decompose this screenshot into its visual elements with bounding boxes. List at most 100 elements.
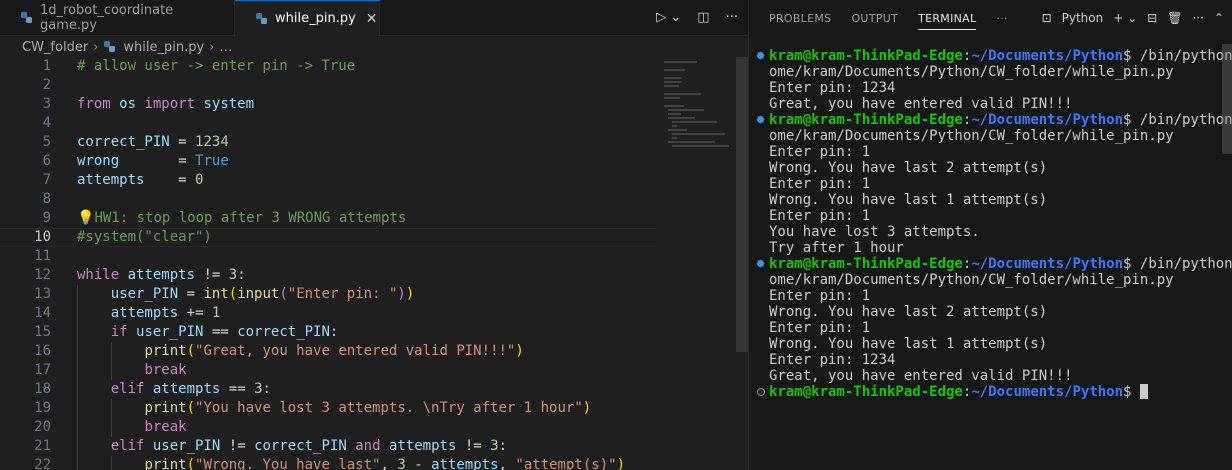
code-line[interactable]: 21 elif user_PIN != correct_PIN and atte… — [0, 437, 656, 456]
code-text: print("Wrong. You have last", 3 - attemp… — [144, 457, 625, 470]
line-number: 16 — [34, 343, 51, 359]
code-text: print("You have lost 3 attempts. \nTry a… — [144, 400, 592, 416]
code-line[interactable]: 3 from os import system — [0, 95, 656, 114]
code-line[interactable]: 4 — [0, 114, 656, 133]
code-line[interactable]: 19 print("You have lost 3 attempts. \nTr… — [0, 399, 656, 418]
output-text: Enter pin: 1 — [769, 320, 871, 336]
code-line[interactable]: 14 attempts += 1 — [0, 304, 656, 323]
terminal-output-line: Enter pin: 1 — [757, 288, 1232, 304]
minimap-line — [668, 129, 687, 131]
command-decoration-icon[interactable] — [757, 52, 764, 59]
output-text: Enter pin: 1 — [769, 208, 871, 224]
terminal-output-line: Wrong. You have last 1 attempt(s) — [757, 192, 1232, 208]
breadcrumb-file[interactable]: while_pin.py — [123, 40, 204, 55]
prompt-user: kram@kram-ThinkPad-Edge — [769, 48, 963, 64]
scrollbar-thumb[interactable] — [736, 57, 748, 352]
code-line[interactable]: 9 💡HW1: stop loop after 3 WRONG attempts — [0, 209, 656, 228]
editor-actions: ▷ ⌄ ◫ ··· — [656, 0, 738, 35]
minimap-line — [664, 81, 682, 83]
terminal-output-line: ome/kram/Documents/Python/CW_folder/whil… — [757, 128, 1232, 144]
split-editor-icon[interactable]: ◫ — [697, 10, 709, 25]
code-text: 💡HW1: stop loop after 3 WRONG attempts — [77, 210, 407, 226]
code-line[interactable]: 17 break — [0, 361, 656, 380]
command-decoration-icon[interactable] — [757, 388, 765, 396]
code-text: while attempts != 3: — [77, 267, 246, 283]
tab-problems[interactable]: PROBLEMS — [769, 0, 831, 36]
code-line[interactable]: 8 — [0, 190, 656, 209]
breadcrumb-folder[interactable]: CW_folder — [22, 40, 88, 55]
code-text: correct_PIN = 1234 — [77, 134, 229, 150]
code-text: break — [144, 362, 187, 378]
chevron-right-icon: › — [93, 39, 99, 55]
minimap-line — [672, 145, 729, 147]
code-line[interactable]: 5 correct_PIN = 1234 — [0, 133, 656, 152]
line-number: 20 — [34, 419, 51, 435]
editor-tab-bar: 1d_robot_coordinate game.py while_pin.py… — [0, 0, 748, 36]
lightbulb-icon[interactable]: 💡 — [77, 210, 94, 226]
output-text: Wrong. You have last 1 attempt(s) — [769, 192, 1048, 208]
tab-1d-robot-coordinate-game[interactable]: 1d_robot_coordinate game.py — [0, 0, 235, 35]
terminal-shell-icon[interactable]: ⊡ — [1042, 11, 1052, 25]
code-editor[interactable]: 1 # allow user -> enter pin -> True 2 3 from… — [0, 57, 656, 470]
code-line[interactable]: 10 #system("clear") — [0, 228, 656, 247]
terminal-prompt-line: kram@kram-ThinkPad-Edge:~/Documents/Pyth… — [757, 112, 1232, 128]
code-line[interactable]: 6 wrong = True — [0, 152, 656, 171]
terminal-prompt-line: kram@kram-ThinkPad-Edge:~/Documents/Pyth… — [757, 256, 1232, 272]
code-line[interactable]: 2 — [0, 76, 656, 95]
line-number: 11 — [34, 248, 51, 264]
minimap-line — [672, 133, 725, 135]
more-actions-icon[interactable]: ··· — [726, 10, 738, 25]
code-line[interactable]: 11 — [0, 247, 656, 266]
split-terminal-icon[interactable]: ⊟ — [1147, 11, 1157, 25]
line-number: 19 — [34, 400, 51, 416]
run-icon[interactable]: ▷ ⌄ — [656, 10, 681, 25]
tab-label: while_pin.py — [275, 11, 356, 26]
output-text: Wrong. You have last 2 attempt(s) — [769, 160, 1048, 176]
close-icon[interactable]: ✕ — [366, 11, 378, 27]
minimap-line — [672, 125, 677, 127]
command-decoration-icon[interactable] — [757, 260, 764, 267]
code-line[interactable]: 20 break — [0, 418, 656, 437]
python-file-icon — [256, 12, 267, 24]
line-number: 6 — [42, 153, 51, 169]
breadcrumb-more[interactable]: … — [219, 40, 232, 55]
output-text: You have lost 3 attempts. — [769, 224, 980, 240]
line-number: 15 — [34, 324, 51, 340]
code-line[interactable]: 15 if user_PIN == correct_PIN: — [0, 323, 656, 342]
terminal-output-line: Wrong. You have last 2 attempt(s) — [757, 160, 1232, 176]
code-text: if user_PIN == correct_PIN: — [110, 324, 339, 340]
code-line[interactable]: 18 elif attempts == 3: — [0, 380, 656, 399]
code-line[interactable]: 1 # allow user -> enter pin -> True — [0, 57, 656, 76]
code-line[interactable]: 16 print("Great, you have entered valid … — [0, 342, 656, 361]
command-decoration-icon[interactable] — [757, 116, 764, 123]
minimap[interactable] — [656, 57, 736, 177]
output-text: Enter pin: 1234 — [769, 80, 896, 96]
code-line[interactable]: 22 print("Wrong. You have last", 3 - att… — [0, 456, 656, 470]
minimap-line — [664, 97, 680, 99]
new-terminal-icon[interactable]: + ⌄ — [1113, 11, 1137, 25]
line-number: 13 — [34, 286, 51, 302]
chevron-up-icon[interactable]: ⌃ — [1214, 11, 1224, 25]
minimap-line — [668, 117, 695, 119]
minimap-line — [664, 85, 679, 87]
code-line[interactable]: 13 user_PIN = int(input("Enter pin: ")) — [0, 285, 656, 304]
terminal-scrollbar-thumb[interactable] — [1222, 44, 1232, 154]
more-tabs-icon[interactable]: ··· — [996, 0, 1007, 36]
tab-terminal[interactable]: TERMINAL — [918, 0, 977, 36]
editor-scrollbar[interactable] — [736, 57, 748, 470]
output-text: Great, you have entered valid PIN!!! — [769, 96, 1073, 112]
terminal-output[interactable]: kram@kram-ThinkPad-Edge:~/Documents/Pyth… — [757, 48, 1232, 400]
tab-output[interactable]: OUTPUT — [851, 0, 898, 36]
shell-label[interactable]: Python — [1062, 11, 1104, 25]
terminal-output-line: Enter pin: 1 — [757, 176, 1232, 192]
terminal-output-line: You have lost 3 attempts. — [757, 224, 1232, 240]
line-number: 12 — [34, 267, 51, 283]
line-number: 3 — [42, 96, 51, 112]
code-line[interactable]: 7 attempts = 0 — [0, 171, 656, 190]
trash-icon[interactable]: 🗑 — [1167, 11, 1182, 25]
tab-while-pin[interactable]: while_pin.py ✕ — [235, 0, 380, 36]
code-line[interactable]: 12 while attempts != 3: — [0, 266, 656, 285]
line-number: 2 — [42, 77, 51, 93]
more-actions-icon[interactable]: ··· — [1192, 11, 1203, 25]
output-text: Enter pin: 1 — [769, 288, 871, 304]
